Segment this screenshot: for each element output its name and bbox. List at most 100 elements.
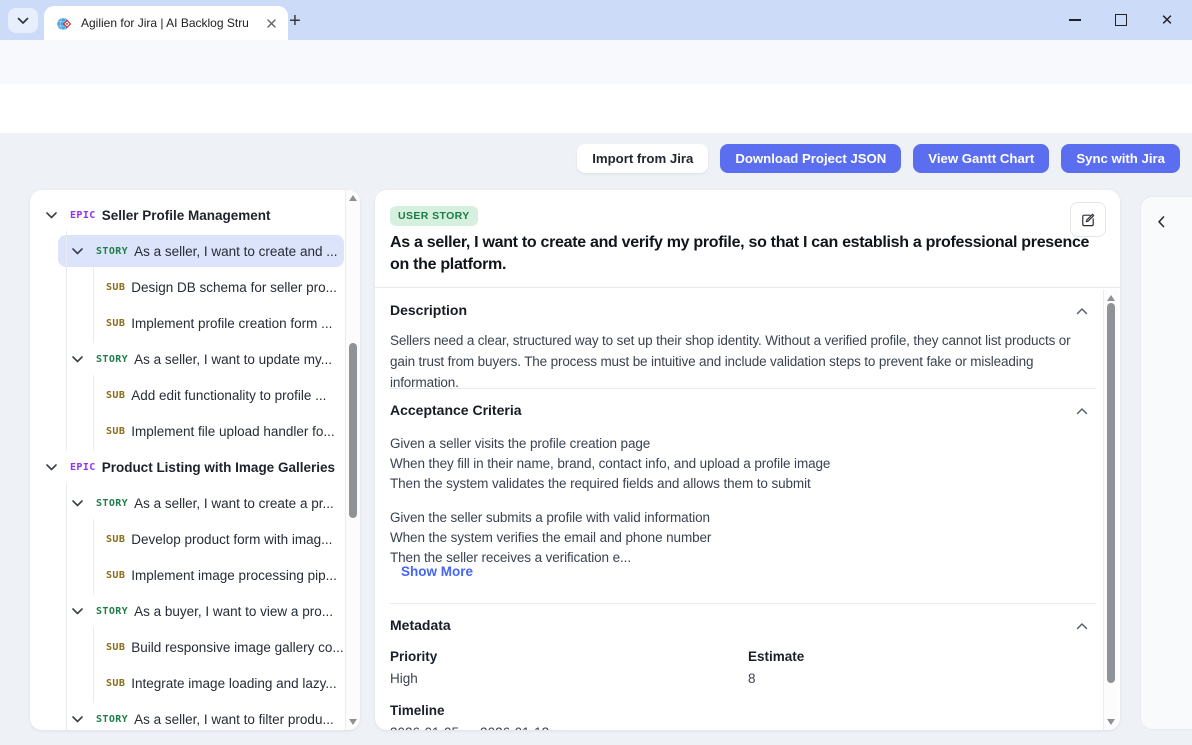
tree-item-title: As a buyer, I want to view a pro...	[134, 604, 333, 619]
tree-item-title: Implement profile creation form ...	[131, 316, 332, 331]
tree-scrollbar[interactable]	[345, 190, 360, 730]
chevron-down-icon[interactable]	[46, 464, 57, 471]
tab-close-icon[interactable]	[263, 15, 280, 32]
indent-guide	[93, 627, 94, 667]
indent-guide	[93, 375, 94, 415]
scroll-up-arrow[interactable]	[349, 195, 357, 201]
tree-item-epic[interactable]: EPIC Product Listing with Image Galleries	[30, 451, 344, 483]
item-type-label: SUB	[106, 318, 125, 329]
visual-paradigm-favicon	[56, 15, 73, 32]
chevron-down-icon[interactable]	[72, 248, 83, 255]
scroll-up-arrow[interactable]	[1107, 295, 1115, 301]
item-type-label: EPIC	[70, 462, 96, 473]
collapse-metadata-chevron-icon[interactable]	[1076, 622, 1088, 630]
tree-item-title: As a seller, I want to create and ...	[134, 244, 337, 259]
tree-item-title: Add edit functionality to profile ...	[131, 388, 326, 403]
tree-item-title: As a seller, I want to filter produ...	[134, 712, 334, 727]
chevron-down-icon	[17, 17, 29, 25]
tree-item-title: Seller Profile Management	[102, 208, 271, 223]
indent-guide	[93, 303, 94, 343]
tab-search-button[interactable]	[8, 8, 38, 33]
view-gantt-chart-button[interactable]: View Gantt Chart	[913, 144, 1049, 173]
indent-guide	[93, 555, 94, 595]
chevron-down-icon[interactable]	[46, 212, 57, 219]
scrollbar-thumb[interactable]	[1107, 303, 1115, 683]
estimate-label: Estimate	[748, 649, 804, 664]
sync-with-jira-button[interactable]: Sync with Jira	[1061, 144, 1180, 173]
tree-item-title: Product Listing with Image Galleries	[102, 460, 335, 475]
backlog-tree-panel: EPICSeller Profile ManagementSTORYAs a s…	[30, 190, 360, 730]
item-type-label: STORY	[96, 714, 128, 725]
chevron-down-icon[interactable]	[72, 608, 83, 615]
window-controls: ✕	[1052, 0, 1190, 40]
tree-item-title: Build responsive image gallery co...	[131, 640, 343, 655]
scroll-down-arrow[interactable]	[1107, 719, 1115, 725]
tree-item-title: As a seller, I want to create a pr...	[134, 496, 334, 511]
tree-item-title: Implement file upload handler fo...	[131, 424, 334, 439]
scroll-down-arrow[interactable]	[349, 719, 357, 725]
detail-scrollbar[interactable]	[1103, 290, 1118, 730]
browser-window: Agilien for Jira | AI Backlog Stru + ✕ ←…	[0, 0, 1192, 745]
close-window-button[interactable]: ✕	[1144, 0, 1190, 40]
download-project-json-button[interactable]: Download Project JSON	[720, 144, 901, 173]
estimate-value: 8	[748, 671, 756, 686]
tree-item-sub[interactable]: SUB Build responsive image gallery co...	[30, 631, 344, 663]
right-collapsed-panel	[1140, 196, 1192, 730]
tree-item-story[interactable]: STORYAs a seller, I want to create a pr.…	[30, 487, 344, 519]
story-detail-panel: USER STORY As a seller, I want to create…	[375, 190, 1120, 730]
description-heading: Description	[390, 302, 467, 318]
item-type-label: EPIC	[70, 210, 96, 221]
collapse-acceptance-chevron-icon[interactable]	[1076, 407, 1088, 415]
item-type-label: SUB	[106, 390, 125, 401]
description-body: Sellers need a clear, structured way to …	[390, 330, 1095, 393]
item-type-label: STORY	[96, 606, 128, 617]
item-type-badge: USER STORY	[390, 206, 478, 226]
tree-item-title: Develop product form with imag...	[131, 532, 332, 547]
tree-item-sub[interactable]: SUB Implement profile creation form ...	[30, 307, 344, 339]
chevron-down-icon[interactable]	[72, 356, 83, 363]
item-type-label: SUB	[106, 282, 125, 293]
tree-item-sub[interactable]: SUBIntegrate image loading and lazy...	[30, 667, 344, 699]
app-page: Import from Jira Download Project JSON V…	[0, 133, 1192, 745]
expand-panel-button[interactable]	[1150, 209, 1172, 235]
priority-value: High	[390, 671, 418, 686]
tree-item-sub[interactable]: SUBImplement file upload handler fo...	[30, 415, 344, 447]
minimize-button[interactable]	[1052, 0, 1098, 40]
collapse-description-chevron-icon[interactable]	[1076, 307, 1088, 315]
close-icon: ✕	[1161, 13, 1174, 28]
show-more-link[interactable]: Show More	[401, 564, 473, 579]
divider	[390, 388, 1096, 389]
item-type-label: SUB	[106, 678, 125, 689]
scrollbar-thumb[interactable]	[349, 343, 357, 518]
browser-titlebar: Agilien for Jira | AI Backlog Stru + ✕	[0, 0, 1192, 40]
import-from-jira-button[interactable]: Import from Jira	[577, 144, 708, 173]
tree-item-sub[interactable]: SUBDevelop product form with imag...	[30, 523, 344, 555]
tab-title: Agilien for Jira | AI Backlog Stru	[81, 16, 255, 30]
chevron-down-icon[interactable]	[72, 500, 83, 507]
maximize-button[interactable]	[1098, 0, 1144, 40]
tree-item-title: Design DB schema for seller pro...	[131, 280, 337, 295]
acceptance-criteria-heading: Acceptance Criteria	[390, 402, 522, 418]
indent-guide	[93, 663, 94, 703]
tree-item-sub[interactable]: SUB Add edit functionality to profile ...	[30, 379, 344, 411]
new-tab-button[interactable]: +	[282, 8, 308, 34]
browser-tab[interactable]: Agilien for Jira | AI Backlog Stru	[44, 6, 288, 40]
tree-item-story[interactable]: STORYAs a seller, I want to update my...	[30, 343, 344, 375]
item-type-label: SUB	[106, 642, 125, 653]
tree-item-story[interactable]: STORYAs a seller, I want to create and .…	[30, 235, 344, 267]
maximize-icon	[1115, 14, 1127, 26]
chevron-down-icon[interactable]	[72, 716, 83, 723]
browser-toolbar: ← → ↻ ai-toolbox.visual-paradigm.com/app…	[0, 40, 1192, 85]
acceptance-criteria-paragraph: Given the seller submits a profile with …	[390, 508, 1095, 568]
app-header: Agilien Powered by Visual Paradigm More …	[0, 84, 1192, 134]
action-button-row: Import from Jira Download Project JSON V…	[577, 144, 1180, 173]
timeline-label: Timeline	[390, 703, 445, 718]
tree-item-sub[interactable]: SUBImplement image processing pip...	[30, 559, 344, 591]
tree-item-story[interactable]: STORY As a seller, I want to filter produ…	[30, 703, 344, 730]
edit-pencil-icon	[1080, 212, 1096, 228]
tree-item-sub[interactable]: SUB Design DB schema for seller pro...	[30, 271, 344, 303]
tree-rows: EPICSeller Profile ManagementSTORYAs a s…	[30, 190, 344, 730]
tree-item-epic[interactable]: EPIC Seller Profile Management	[30, 199, 344, 231]
tree-item-story[interactable]: STORY As a buyer, I want to view a pro...	[30, 595, 344, 627]
acceptance-criteria-paragraph: Given a seller visits the profile creati…	[390, 434, 1095, 494]
